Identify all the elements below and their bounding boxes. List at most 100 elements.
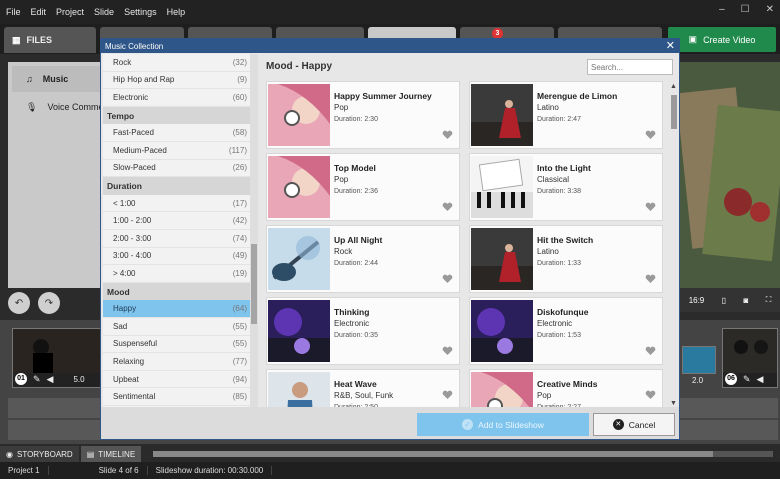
track-title: Merengue de Limon [537, 91, 618, 101]
track-card[interactable]: Happy Summer Journey Pop Duration: 2:30 [266, 81, 460, 149]
tab-files[interactable]: ▦ FILES [4, 27, 96, 53]
menu-project[interactable]: Project [56, 7, 84, 17]
track-card[interactable]: Hit the Switch Latino Duration: 1:33 [469, 225, 663, 293]
track-card[interactable]: Thinking Electronic Duration: 0:35 [266, 297, 460, 365]
maximize-icon[interactable]: ☐ [741, 4, 750, 15]
album-art [471, 84, 533, 146]
transition-thumbnail[interactable] [682, 346, 716, 374]
redo-button[interactable]: ↷ [38, 292, 60, 314]
album-art [268, 372, 330, 407]
track-genre: Latino [537, 247, 559, 256]
cancel-button[interactable]: ✕ Cancel [593, 413, 675, 436]
fullscreen-icon[interactable]: ⛶ [766, 295, 772, 305]
track-card[interactable]: Top Model Pop Duration: 2:36 [266, 153, 460, 221]
aspect-ratio-label[interactable]: 16:9 [689, 296, 705, 305]
heart-icon[interactable] [442, 346, 453, 358]
status-project: Project 1 [0, 466, 49, 475]
menu-settings[interactable]: Settings [124, 7, 157, 17]
create-video-label: Create Video [703, 34, 756, 45]
track-title: Up All Night [334, 235, 383, 245]
slide-thumbnail-1[interactable]: 01 ✎ ◀ 5.0 [12, 328, 104, 388]
menu-slide[interactable]: Slide [94, 7, 114, 17]
album-art [471, 372, 533, 407]
heart-icon[interactable] [645, 130, 656, 142]
slide-1-image [13, 329, 103, 373]
slide-6-image [723, 329, 777, 373]
heart-icon[interactable] [645, 346, 656, 358]
edit-pencil-icon[interactable]: ✎ [743, 374, 751, 385]
track-title: Creative Minds [537, 379, 598, 389]
preview-toolbar: 16:9 ▯ ◙ ⛶ [680, 288, 780, 312]
track-genre: Pop [334, 175, 349, 184]
track-title: Thinking [334, 307, 370, 317]
heart-icon[interactable] [442, 390, 453, 402]
heart-icon[interactable] [645, 390, 656, 402]
preview-area [680, 62, 780, 288]
storyboard-tab[interactable]: ◉ STORYBOARD [0, 446, 79, 462]
track-title: Into the Light [537, 163, 591, 173]
menu-edit[interactable]: Edit [31, 7, 47, 17]
track-title: Heat Wave [334, 379, 377, 389]
create-video-button[interactable]: ▣ Create Video [668, 27, 776, 52]
track-card[interactable]: Up All Night Rock Duration: 2:44 [266, 225, 460, 293]
add-to-slideshow-button[interactable]: ✓ Add to Slideshow [417, 413, 589, 436]
view-bar: ◉ STORYBOARD ▤ TIMELINE [0, 446, 780, 462]
scroll-down-arrow[interactable]: ▼ [670, 400, 677, 407]
heart-icon[interactable] [442, 130, 453, 142]
check-circle-icon: ✓ [462, 419, 474, 430]
track-genre: Rock [334, 247, 353, 256]
track-card[interactable]: Heat WaveR&B, Soul, FunkDuration: 2:50 [266, 369, 460, 407]
track-duration: Duration: 3:38 [537, 188, 581, 195]
panel-music-label: Music [42, 74, 69, 84]
panel-voice-item[interactable]: 🎙 Voice Comme [12, 94, 112, 120]
track-duration: Duration: 2:47 [537, 116, 581, 123]
menu-help[interactable]: Help [167, 7, 186, 17]
edit-pencil-icon[interactable]: ✎ [33, 374, 41, 385]
slide-duration[interactable]: 5.0 [73, 375, 84, 384]
scroll-up-arrow[interactable]: ▲ [670, 83, 677, 90]
album-art [268, 228, 330, 290]
panel-voice-label: Voice Comme [47, 102, 104, 112]
music-note-icon: ♫ [26, 74, 33, 84]
track-card[interactable]: Merengue de Limon Latino Duration: 2:47 [469, 81, 663, 149]
cancel-label: Cancel [628, 419, 656, 430]
files-icon: ▦ [12, 34, 21, 45]
track-grid: Happy Summer Journey Pop Duration: 2:30 Mer… [101, 39, 679, 407]
film-icon: ▣ [688, 34, 698, 44]
snapshot-icon[interactable]: ◙ [743, 296, 748, 305]
track-genre: R&B, Soul, Funk [334, 391, 394, 400]
track-card[interactable]: Creative MindsPopDuration: 2:27 [469, 369, 663, 407]
speaker-icon[interactable]: ◀ [47, 374, 54, 385]
heart-icon[interactable] [442, 274, 453, 286]
panel-music-item[interactable]: ♫ Music [12, 66, 112, 92]
speaker-icon[interactable]: ◀ [757, 374, 764, 385]
timeline-scrollbar[interactable] [153, 451, 774, 457]
add-to-slideshow-label: Add to Slideshow [478, 419, 544, 430]
transition-duration[interactable]: 2.0 [692, 376, 703, 385]
crop-icon[interactable]: ▯ [722, 296, 726, 305]
track-card[interactable]: Into the Light Classical Duration: 3:38 [469, 153, 663, 221]
minimize-icon[interactable]: – [719, 4, 725, 15]
slide-thumbnail-6[interactable]: 06 ✎ ◀ [722, 328, 778, 388]
album-art [268, 84, 330, 146]
track-scrollbar[interactable]: ▲ ▼ [669, 83, 679, 407]
slide-number-6: 06 [725, 373, 737, 385]
timeline-scroll-thumb[interactable] [153, 451, 714, 457]
heart-icon[interactable] [645, 274, 656, 286]
track-scroll-thumb[interactable] [671, 95, 677, 129]
track-genre: Pop [334, 103, 349, 112]
track-card[interactable]: Diskofunque Electronic Duration: 1:53 [469, 297, 663, 365]
undo-button[interactable]: ↶ [8, 292, 30, 314]
track-genre: Latino [537, 103, 559, 112]
storyboard-icon: ◉ [6, 449, 13, 459]
close-window-icon[interactable]: ✕ [766, 4, 774, 15]
track-title: Happy Summer Journey [334, 91, 432, 101]
storyboard-label: STORYBOARD [16, 449, 73, 459]
heart-icon[interactable] [645, 202, 656, 214]
heart-icon[interactable] [442, 202, 453, 214]
track-duration: Duration: 1:53 [537, 332, 581, 339]
window-controls: – ☐ ✕ [719, 4, 774, 15]
track-genre: Electronic [334, 319, 370, 328]
menu-file[interactable]: File [6, 7, 21, 17]
timeline-tab[interactable]: ▤ TIMELINE [80, 446, 142, 462]
